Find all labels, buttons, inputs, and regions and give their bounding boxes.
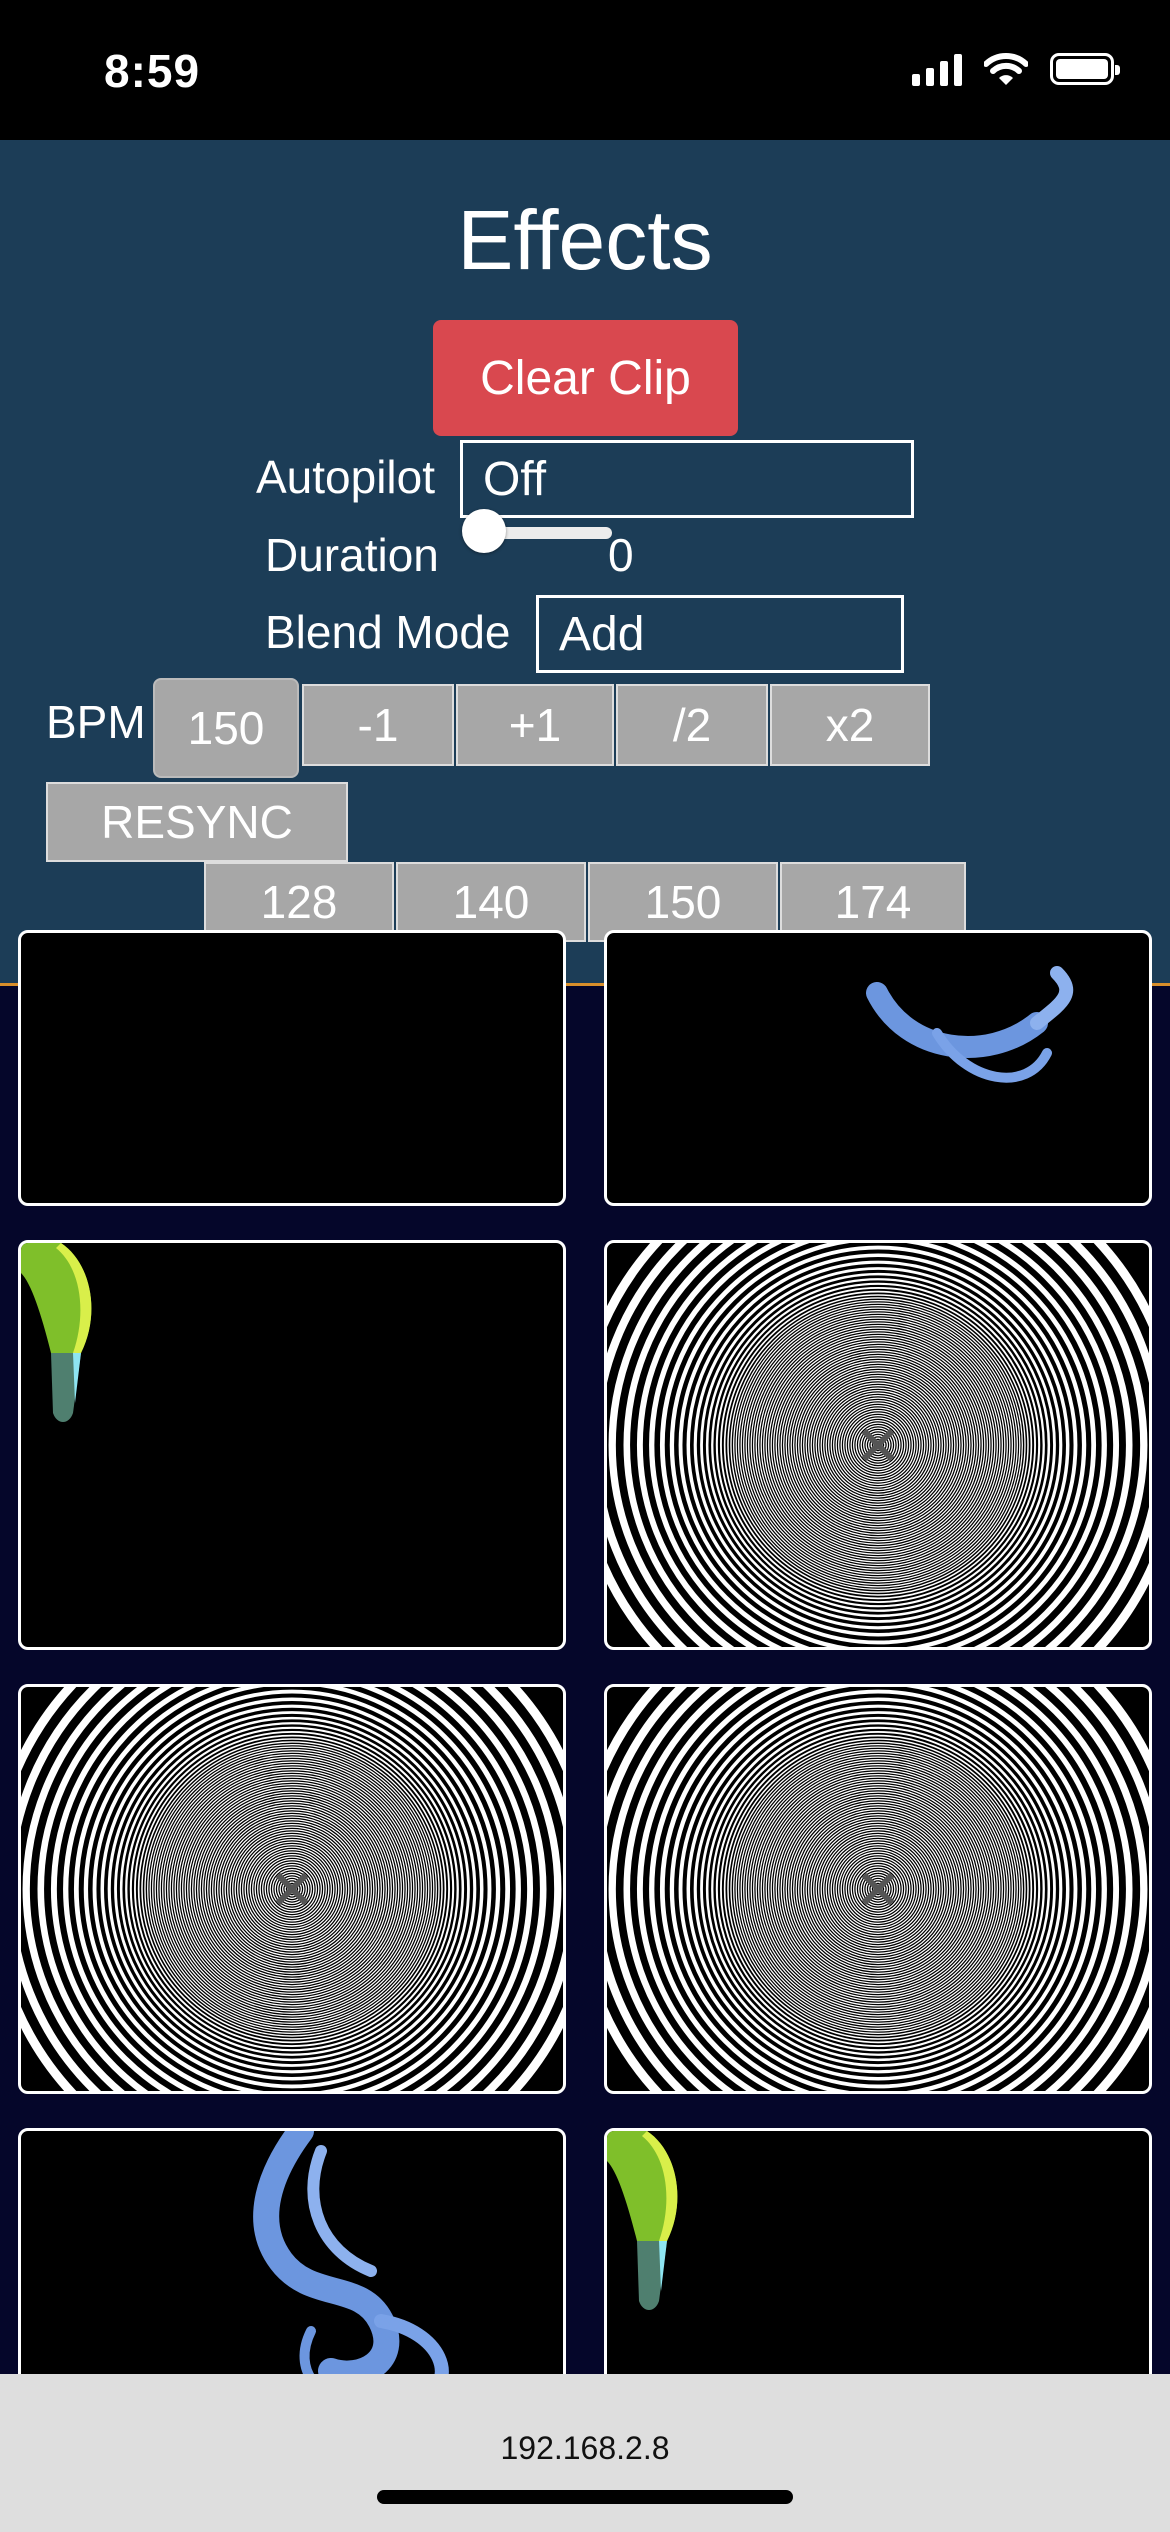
clip-tile[interactable] — [604, 930, 1152, 1206]
cellular-signal-icon — [912, 52, 962, 86]
clip-tile[interactable] — [18, 1240, 566, 1650]
blend-mode-label: Blend Mode — [265, 606, 511, 658]
autopilot-select[interactable]: Off — [460, 440, 914, 518]
spiral-graphic — [607, 1687, 1149, 2091]
resync-button[interactable]: RESYNC — [46, 782, 348, 862]
home-indicator[interactable] — [377, 2490, 793, 2504]
duration-value: 0 — [608, 529, 634, 581]
autopilot-label: Autopilot — [256, 451, 436, 503]
duration-slider[interactable] — [462, 509, 612, 553]
duration-slider-thumb[interactable] — [462, 509, 506, 553]
green-shape-graphic — [607, 2131, 678, 2310]
clip-tile[interactable] — [604, 1240, 1152, 1650]
bpm-halve-button[interactable]: /2 — [616, 684, 768, 766]
clip-tile[interactable] — [604, 1684, 1152, 2094]
clear-clip-button[interactable]: Clear Clip — [433, 320, 738, 436]
url-text[interactable]: 192.168.2.8 — [0, 2430, 1170, 2467]
effects-panel: Effects Clear Clip Autopilot Off Duratio… — [0, 140, 1170, 986]
panel-title: Effects — [457, 193, 713, 287]
status-bar: 8:59 — [0, 0, 1170, 140]
bpm-value-display[interactable]: 150 — [153, 678, 299, 778]
bpm-minus-one-button[interactable]: -1 — [302, 684, 454, 766]
blend-mode-select[interactable]: Add — [536, 595, 904, 673]
clip-tile[interactable] — [18, 930, 566, 1206]
battery-icon — [1050, 53, 1120, 85]
duration-label: Duration — [265, 529, 439, 581]
bpm-plus-one-button[interactable]: +1 — [456, 684, 614, 766]
clip-tile[interactable] — [18, 1684, 566, 2094]
status-icons — [912, 52, 1120, 86]
wifi-icon — [984, 53, 1028, 85]
bpm-double-button[interactable]: x2 — [770, 684, 930, 766]
spiral-graphic — [607, 1243, 1149, 1647]
bpm-label: BPM — [46, 696, 146, 748]
status-time: 8:59 — [104, 45, 201, 97]
browser-url-bar[interactable]: 192.168.2.8 — [0, 2374, 1170, 2532]
spiral-graphic — [21, 1687, 563, 2091]
green-shape-graphic — [21, 1243, 92, 1422]
tentacle-graphic — [866, 966, 1074, 1083]
